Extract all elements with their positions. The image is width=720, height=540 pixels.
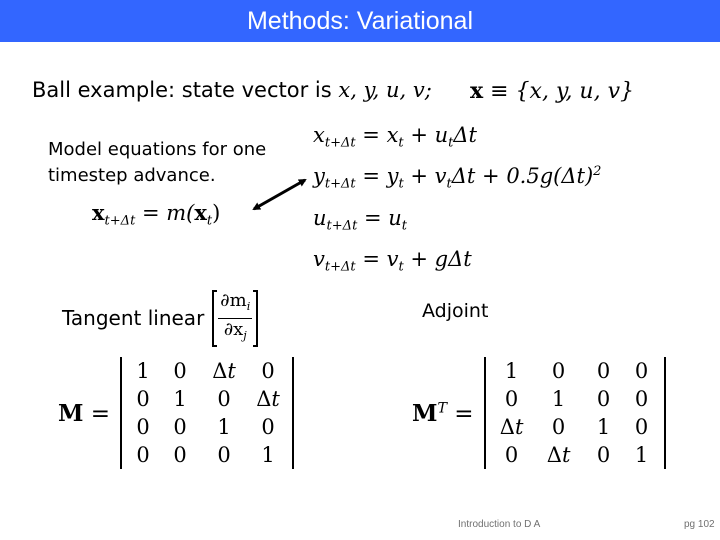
matrix-cell: 1 — [173, 387, 187, 411]
matrix-cell: 1 — [596, 415, 611, 439]
jacobian-numerator: ∂mi — [218, 290, 253, 319]
tangent-linear-label: Tangent linear — [62, 306, 205, 331]
matrix-cell: 0 — [217, 387, 231, 411]
matrix-cell: 0 — [634, 359, 649, 383]
matrix-cell: 0 — [596, 387, 611, 411]
matrix-cell: 0 — [173, 415, 187, 439]
matrix-m-label: M = — [58, 399, 111, 427]
matrix-cell: 1 — [261, 443, 275, 467]
matrix-cell: Δt — [256, 387, 280, 411]
matrix-cell: 0 — [217, 443, 231, 467]
matrix-cell: Δt — [546, 443, 571, 467]
matrix-cell: 1 — [217, 415, 231, 439]
adjoint-matrix: MT = 1 0 0 0 0 1 0 0 Δt 0 1 0 0 Δt 0 1 — [412, 357, 666, 469]
matrix-cell: 0 — [136, 443, 150, 467]
matrix-cell: 1 — [634, 443, 649, 467]
matrix-cell: 0 — [551, 415, 566, 439]
matrix-cell: 0 — [634, 415, 649, 439]
matrix-cell: Δt — [499, 415, 524, 439]
jacobian-denominator: ∂xj — [223, 318, 247, 342]
matrix-cell: 0 — [596, 359, 611, 383]
equation-row: yt+Δt = yt + vtΔt + 0.5g(Δt)2 — [313, 164, 602, 192]
matrix-m-body: 1 0 Δt 0 0 1 0 Δt 0 0 1 0 0 0 0 1 — [120, 357, 295, 469]
matrix-cell: 1 — [551, 387, 566, 411]
equation-row: vt+Δt = vt + gΔt — [313, 246, 472, 275]
tangent-linear-heading: Tangent linear ∂mi ∂xj — [62, 290, 259, 347]
matrix-cell: 0 — [136, 415, 150, 439]
matrix-cell: 0 — [136, 387, 150, 411]
matrix-cell: 0 — [261, 415, 275, 439]
equation-row: ut+Δt = ut — [313, 205, 408, 234]
footer-title: Introduction to D A — [458, 519, 541, 530]
adjoint-label: Adjoint — [422, 300, 489, 322]
matrix-cell: 0 — [551, 359, 566, 383]
matrix-cell: 1 — [504, 359, 519, 383]
matrix-cell: 0 — [173, 359, 187, 383]
matrix-cell: 0 — [173, 443, 187, 467]
model-equations-system: xt+Δt = xt + utΔt yt+Δt = yt + vtΔt + 0.… — [313, 116, 601, 281]
matrix-cell: 0 — [261, 359, 275, 383]
matrix-mt-label: MT = — [412, 399, 474, 427]
matrix-cell: 1 — [136, 359, 150, 383]
tangent-linear-matrix: M = 1 0 Δt 0 0 1 0 Δt 0 0 1 0 0 0 0 1 — [58, 357, 295, 469]
matrix-cell: 0 — [504, 387, 519, 411]
jacobian-fraction: ∂mi ∂xj — [212, 290, 259, 347]
page-number: pg 102 — [684, 519, 715, 530]
matrix-cell: 0 — [504, 443, 519, 467]
matrix-cell: Δt — [212, 359, 236, 383]
equation-row: xt+Δt = xt + utΔt — [313, 122, 477, 151]
matrix-cell: 0 — [596, 443, 611, 467]
matrix-mt-body: 1 0 0 0 0 1 0 0 Δt 0 1 0 0 Δt 0 1 — [483, 357, 666, 469]
matrix-cell: 0 — [634, 387, 649, 411]
